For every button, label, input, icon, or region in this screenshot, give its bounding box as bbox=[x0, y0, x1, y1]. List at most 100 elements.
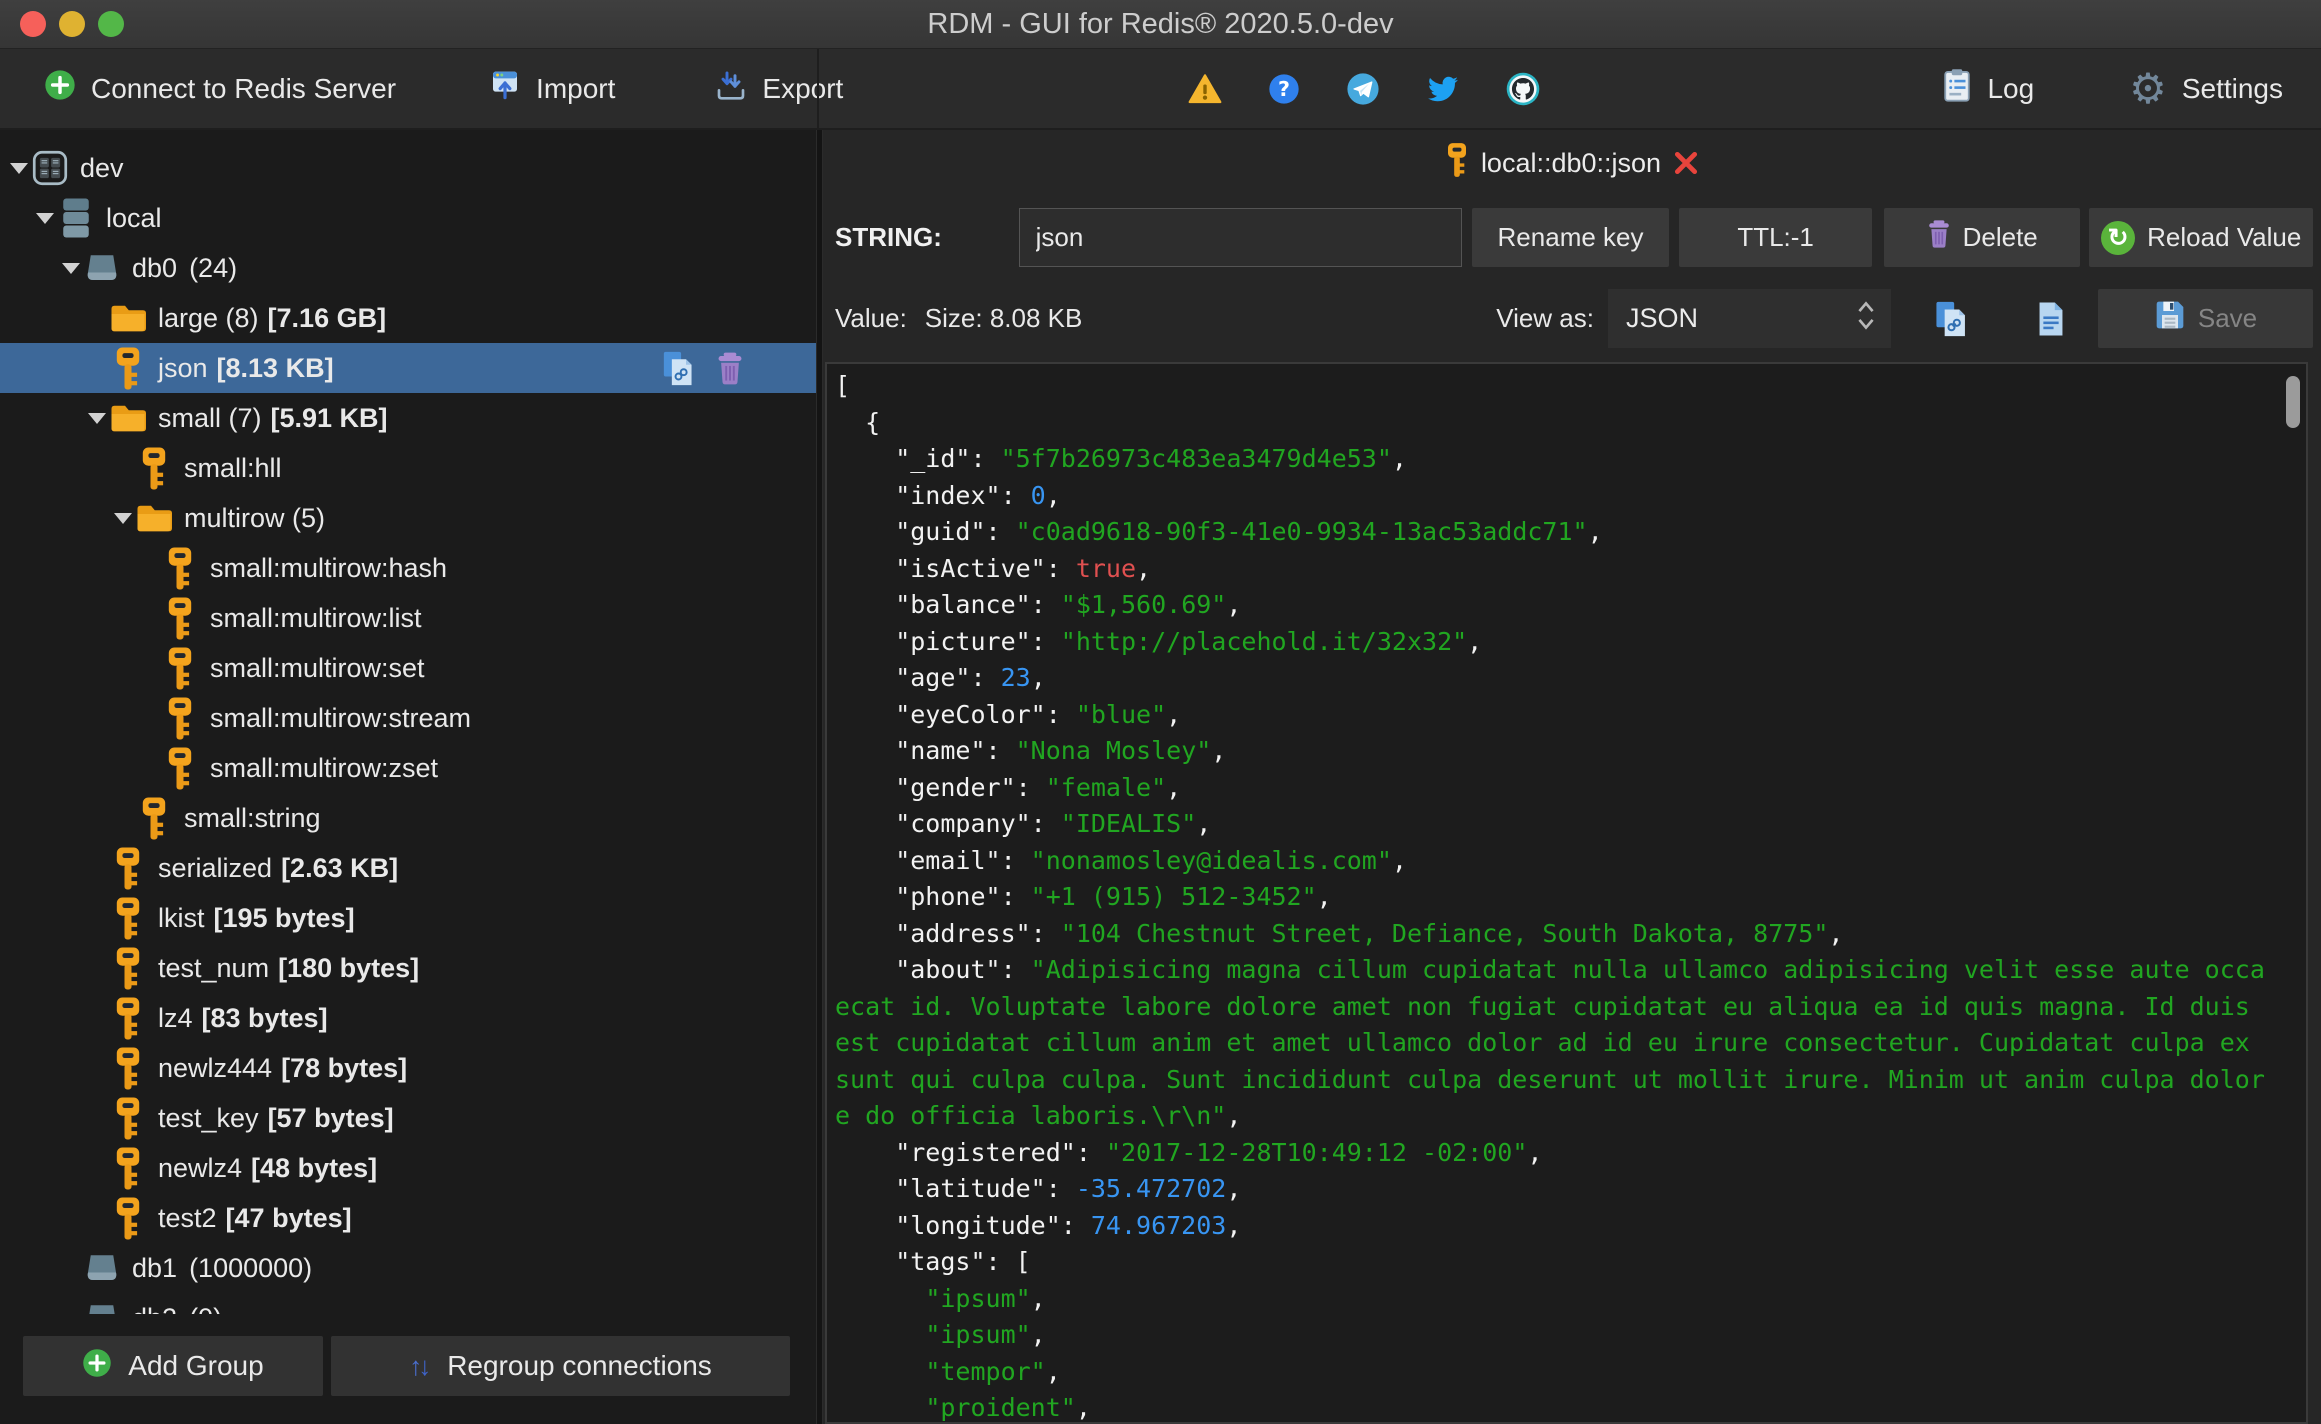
reload-icon: ↻ bbox=[2101, 220, 2136, 255]
toolbar-divider bbox=[817, 49, 819, 128]
tree-item-dev[interactable]: dev bbox=[0, 143, 816, 193]
key-icon bbox=[110, 846, 146, 891]
tree-item-small-multirow-list[interactable]: small:multirow:list bbox=[0, 593, 816, 643]
view-as-text-icon[interactable] bbox=[2037, 300, 2065, 338]
close-window-button[interactable] bbox=[20, 11, 46, 37]
tree-item-small-7-[interactable]: small (7) [5.91 KB] bbox=[0, 393, 816, 443]
expand-arrow-icon[interactable] bbox=[58, 262, 84, 274]
rename-key-button[interactable]: Rename key bbox=[1471, 208, 1670, 267]
tree-item-local[interactable]: local bbox=[0, 193, 816, 243]
key-icon bbox=[110, 946, 146, 991]
regroup-connections-button[interactable]: ↑↓ Regroup connections bbox=[331, 1336, 790, 1396]
key-editor-pane: local::db0::json STRING: Rename key TTL:… bbox=[823, 130, 2321, 1424]
tree-item-test2[interactable]: test2 [47 bytes] bbox=[0, 1193, 816, 1243]
plus-circle-icon bbox=[82, 1348, 112, 1385]
delete-key-button[interactable]: Delete bbox=[1883, 208, 2081, 267]
window-title: RDM - GUI for Redis® 2020.5.0-dev bbox=[927, 7, 1394, 40]
telegram-icon[interactable] bbox=[1346, 72, 1380, 106]
log-button[interactable]: Log bbox=[1942, 68, 2034, 109]
connect-to-redis-server-button[interactable]: Connect to Redis Server bbox=[44, 69, 396, 108]
tree-item-small-multirow-zset[interactable]: small:multirow:zset bbox=[0, 743, 816, 793]
reload-value-button[interactable]: ↻ Reload Value bbox=[2089, 208, 2313, 267]
tree-item-db2[interactable]: db2(0) bbox=[0, 1293, 816, 1314]
tree-item-small-string[interactable]: small:string bbox=[0, 793, 816, 843]
save-button[interactable]: Save bbox=[2098, 289, 2313, 348]
value-size: Size: 8.08 KB bbox=[924, 303, 1083, 333]
expand-arrow-icon[interactable] bbox=[84, 412, 110, 424]
tab-local-db0-json[interactable]: local::db0::json bbox=[1445, 142, 1699, 185]
github-icon[interactable] bbox=[1506, 72, 1540, 106]
toolbar: Connect to Redis Server Import Export ? bbox=[0, 49, 2321, 130]
tree-item-small-multirow-stream[interactable]: small:multirow:stream bbox=[0, 693, 816, 743]
value-editor[interactable]: [ { "_id": "5f7b26973c483ea3479d4e53", "… bbox=[827, 364, 2306, 1422]
plus-circle-icon bbox=[44, 69, 76, 108]
expand-arrow-icon[interactable] bbox=[110, 512, 136, 524]
close-tab-icon[interactable] bbox=[1673, 150, 1699, 176]
tree-item-small-hll[interactable]: small:hll bbox=[0, 443, 816, 493]
value-editor-area[interactable]: [ { "_id": "5f7b26973c483ea3479d4e53", "… bbox=[825, 362, 2308, 1424]
tree-item-test-num[interactable]: test_num [180 bytes] bbox=[0, 943, 816, 993]
tree-item-lkist[interactable]: lkist [195 bytes] bbox=[0, 893, 816, 943]
servergroup-icon bbox=[32, 146, 68, 190]
tree-item-db1[interactable]: db1 (1000000) bbox=[0, 1243, 816, 1293]
expand-arrow-icon[interactable] bbox=[6, 162, 32, 174]
tree-item-small-multirow-hash[interactable]: small:multirow:hash bbox=[0, 543, 816, 593]
svg-text:?: ? bbox=[1278, 77, 1290, 101]
key-icon bbox=[162, 696, 198, 741]
tab-title: local::db0::json bbox=[1480, 147, 1662, 178]
key-icon bbox=[110, 346, 146, 391]
tree-item-test-key[interactable]: test_key [57 bytes] bbox=[0, 1093, 816, 1143]
warning-icon[interactable] bbox=[1188, 73, 1222, 105]
key-name-input[interactable] bbox=[1018, 208, 1462, 267]
add-group-button[interactable]: Add Group bbox=[23, 1336, 323, 1396]
export-button[interactable]: Export bbox=[715, 69, 843, 108]
help-icon[interactable]: ? bbox=[1268, 73, 1300, 105]
key-icon bbox=[162, 596, 198, 641]
server-icon bbox=[58, 197, 94, 239]
value-scrollbar-thumb[interactable] bbox=[2286, 376, 2300, 428]
key-icon bbox=[110, 1096, 146, 1141]
ttl-button[interactable]: TTL:-1 bbox=[1679, 208, 1872, 267]
expand-arrow-icon[interactable] bbox=[32, 212, 58, 224]
tree-item-newlz4[interactable]: newlz4 [48 bytes] bbox=[0, 1143, 816, 1193]
copy-key-icon[interactable] bbox=[662, 350, 694, 387]
key-icon bbox=[110, 896, 146, 941]
key-icon bbox=[162, 646, 198, 691]
tree-item-large-8-[interactable]: large (8) [7.16 GB] bbox=[0, 293, 816, 343]
tree-item-serialized[interactable]: serialized [2.63 KB] bbox=[0, 843, 816, 893]
floppy-disk-icon bbox=[2154, 299, 2186, 338]
gear-icon: ⚙ bbox=[2129, 64, 2167, 112]
tree-item-multirow-5-[interactable]: multirow (5) bbox=[0, 493, 816, 543]
sidebar: dev local db0 (24) large (8) [7.16 GB] json [8.… bbox=[0, 130, 816, 1424]
tree-item-newlz444[interactable]: newlz444 [78 bytes] bbox=[0, 1043, 816, 1093]
folder-icon bbox=[110, 401, 146, 436]
minimize-window-button[interactable] bbox=[59, 11, 85, 37]
settings-button[interactable]: ⚙ Settings bbox=[2129, 64, 2283, 112]
database-icon bbox=[84, 1303, 120, 1314]
tree-item-lz4[interactable]: lz4 [83 bytes] bbox=[0, 993, 816, 1043]
zoom-window-button[interactable] bbox=[98, 11, 124, 37]
value-label: Value: bbox=[835, 303, 907, 333]
key-icon bbox=[162, 746, 198, 791]
tree-item-json[interactable]: json [8.13 KB] bbox=[0, 343, 816, 393]
open-value-in-editor-icon[interactable] bbox=[1934, 300, 1968, 338]
database-icon bbox=[84, 253, 120, 283]
titlebar: RDM - GUI for Redis® 2020.5.0-dev bbox=[0, 0, 2321, 49]
key-icon bbox=[136, 446, 172, 491]
view-as-select[interactable]: JSON bbox=[1608, 289, 1891, 348]
tree-item-small-multirow-set[interactable]: small:multirow:set bbox=[0, 643, 816, 693]
key-icon bbox=[1445, 142, 1469, 185]
tree-item-db0[interactable]: db0 (24) bbox=[0, 243, 816, 293]
trash-icon bbox=[1927, 219, 1951, 256]
panel-splitter[interactable] bbox=[816, 130, 823, 1424]
twitter-icon[interactable] bbox=[1426, 74, 1460, 104]
delete-key-icon[interactable] bbox=[716, 352, 744, 385]
connection-tree: dev local db0 (24) large (8) [7.16 GB] json [8.… bbox=[0, 130, 816, 1314]
database-icon bbox=[84, 1253, 120, 1283]
key-icon bbox=[136, 796, 172, 841]
clipboard-icon bbox=[1942, 68, 1972, 109]
key-icon bbox=[110, 1046, 146, 1091]
import-button[interactable]: Import bbox=[489, 69, 615, 108]
key-type-label: STRING: bbox=[835, 222, 942, 252]
key-icon bbox=[110, 1196, 146, 1241]
